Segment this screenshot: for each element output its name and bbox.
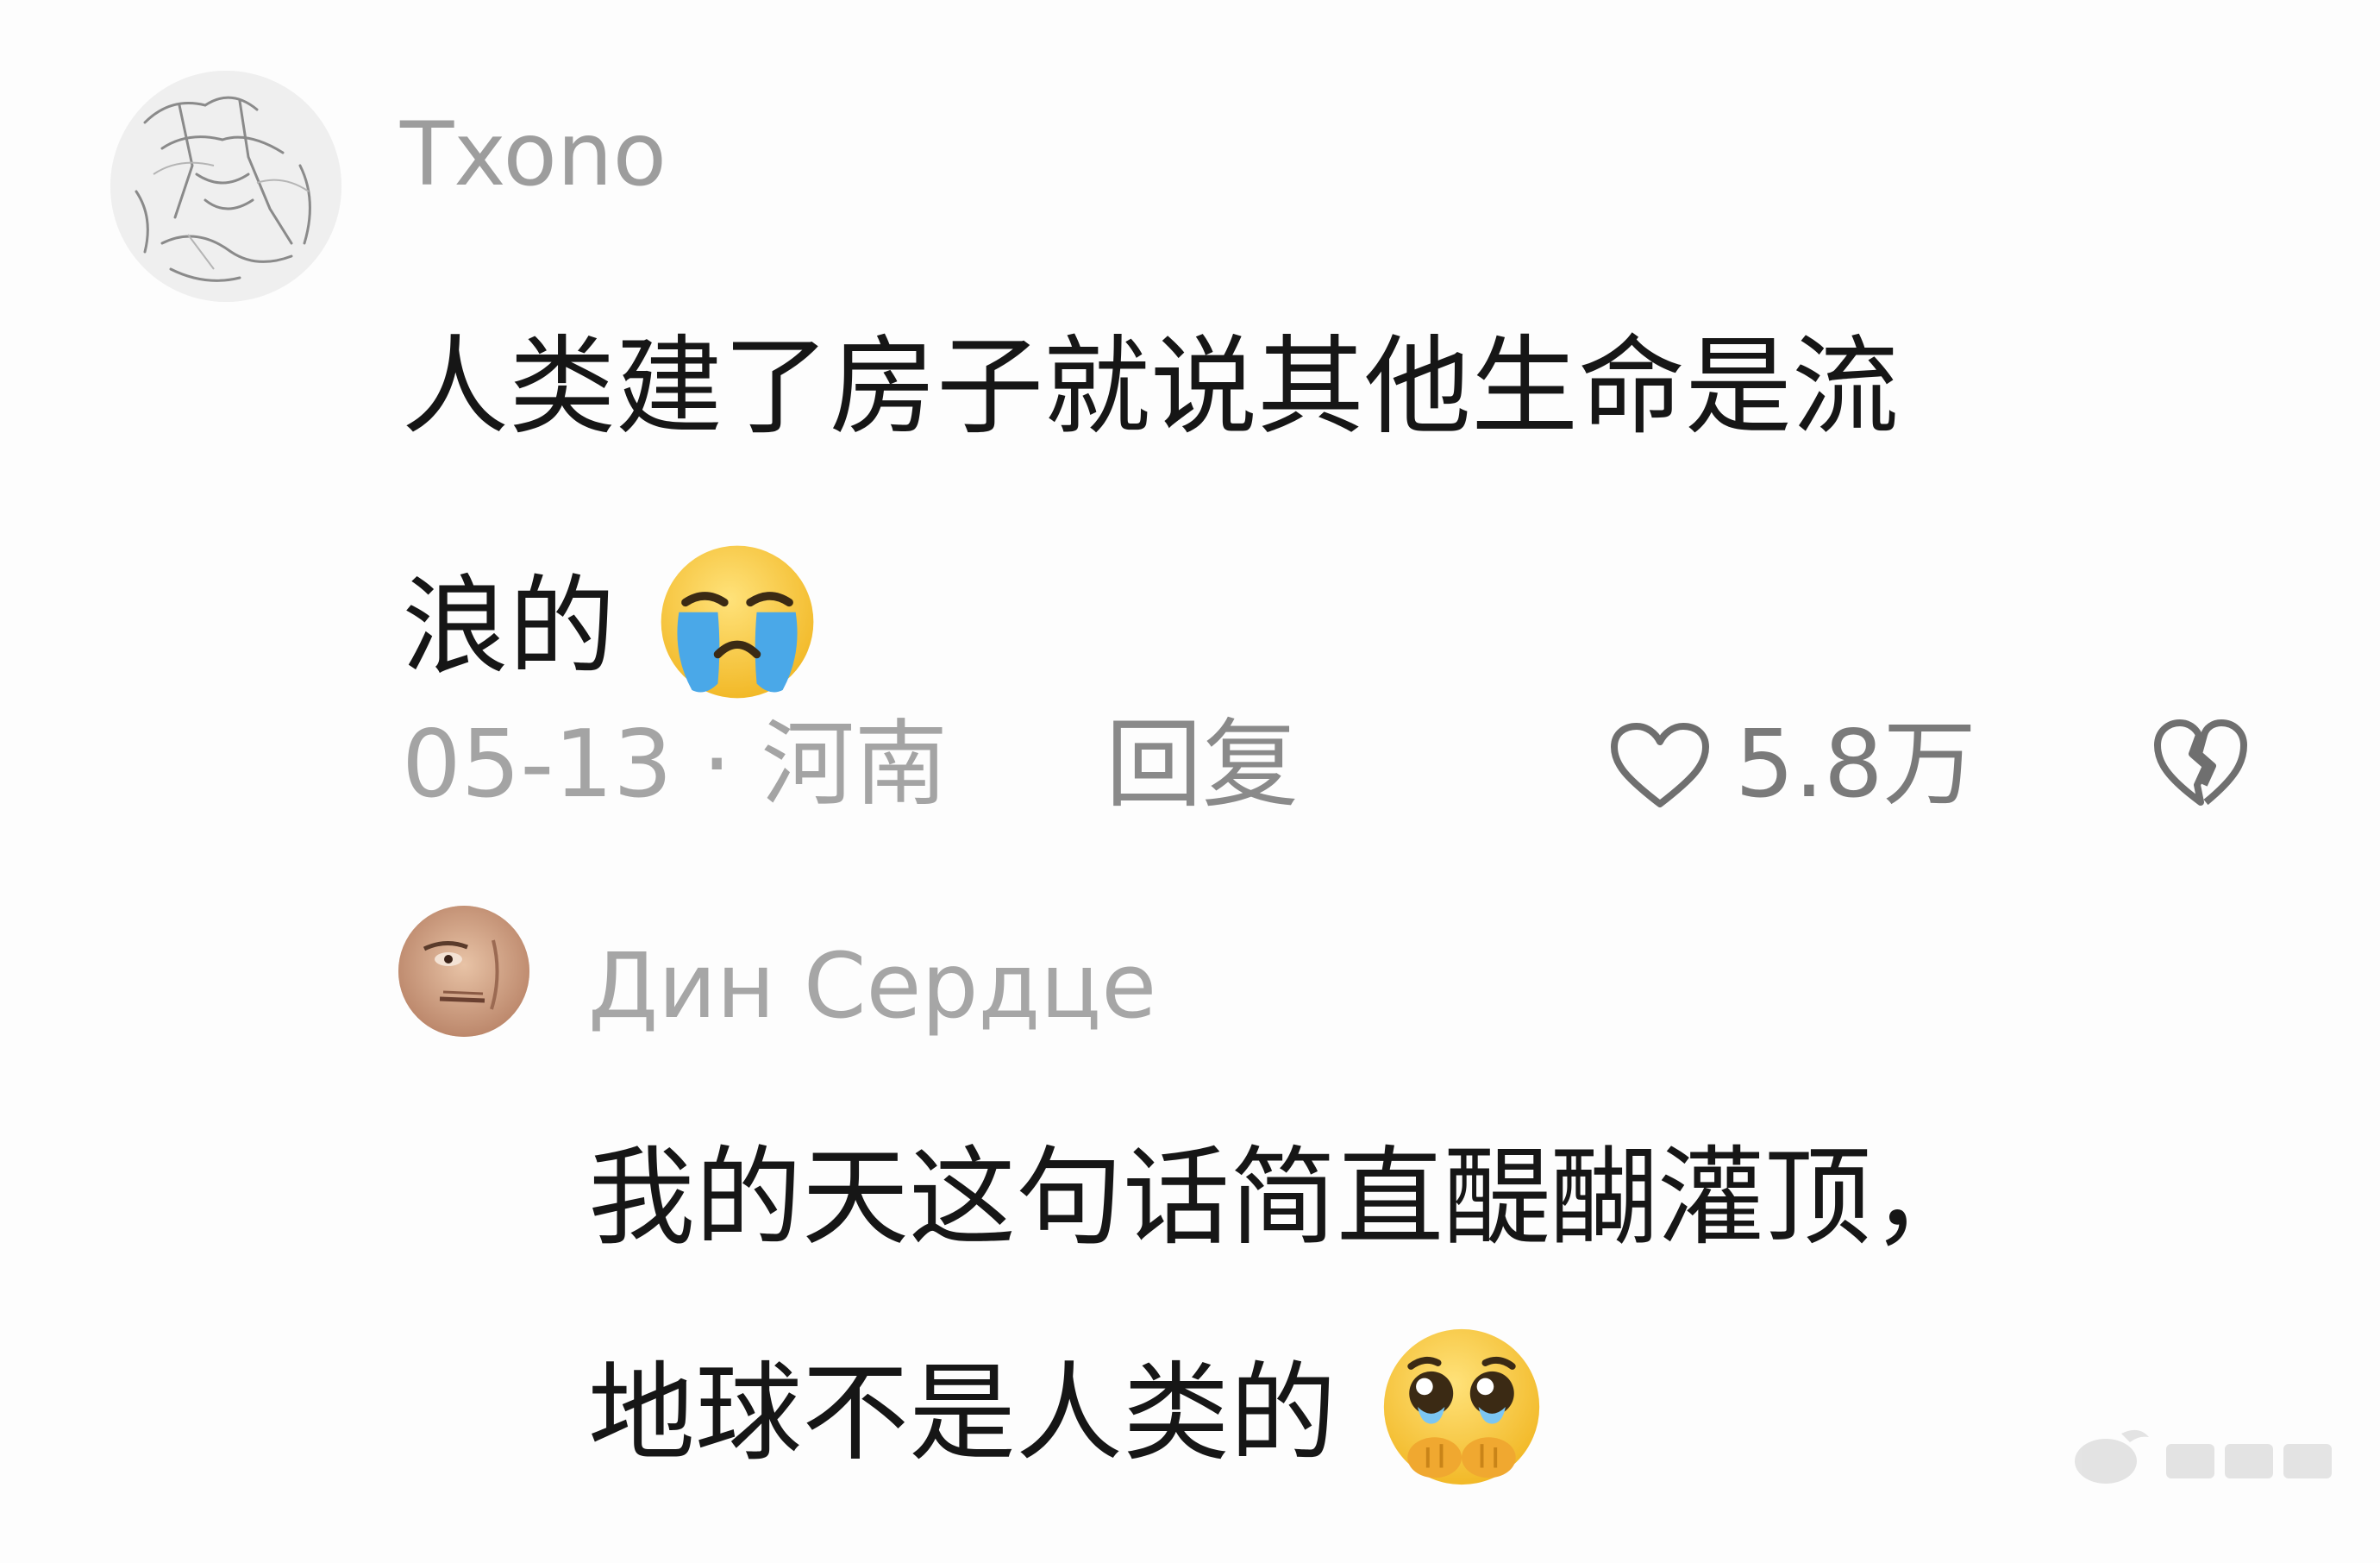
comment-location: 河南	[761, 711, 948, 819]
comment-text: 人类建了房子就说其他生命是流 浪的	[402, 267, 2299, 699]
comment-date: 05-13	[402, 711, 673, 819]
reply-username[interactable]: Дин Сердце	[588, 930, 1156, 1042]
watermark-logo	[2070, 1408, 2354, 1503]
reply-text: 我的天这句话简直醍醐灌顶， 地球不是人类的	[588, 1090, 2347, 1485]
reply-text-line1: 我的天这句话简直醍醐灌顶，	[588, 1136, 1979, 1260]
comment-text-line2: 浪的	[402, 565, 617, 689]
like-count: 5.8万	[1735, 711, 1976, 819]
broken-heart-icon[interactable]	[2152, 716, 2249, 811]
comment-meta: 05-13 · 河南 回复	[402, 709, 1299, 821]
loudly-crying-face-icon	[656, 541, 818, 703]
avatar[interactable]	[110, 71, 341, 302]
comment-username[interactable]: Txono	[400, 104, 667, 207]
meta-separator: ·	[702, 711, 732, 819]
comment-text-line1: 人类建了房子就说其他生命是流	[402, 325, 1900, 449]
reply-text-line2: 地球不是人类的	[588, 1352, 1337, 1476]
pleading-face-icon	[1377, 1322, 1546, 1491]
reply-button[interactable]: 回复	[1105, 709, 1299, 821]
reply-avatar[interactable]	[398, 906, 529, 1037]
heart-outline-icon	[1611, 723, 1709, 807]
